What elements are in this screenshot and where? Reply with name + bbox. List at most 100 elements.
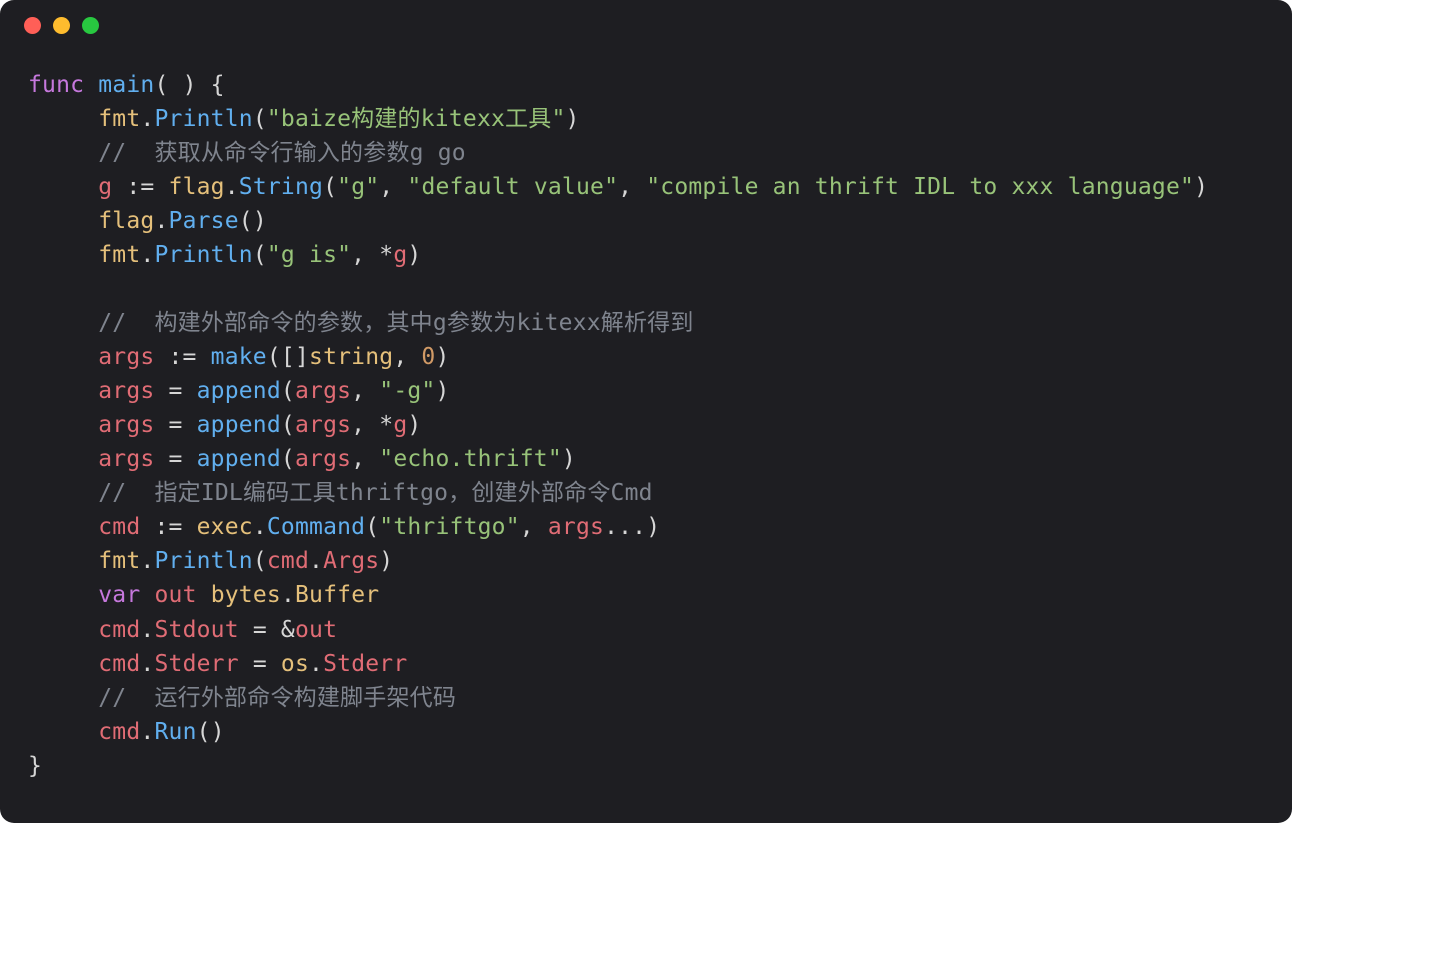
minimize-icon[interactable] [53, 17, 70, 34]
op-assign-ref: = & [239, 617, 295, 643]
var-args: args [98, 344, 154, 370]
call-Parse: Parse [169, 208, 239, 234]
string-literal: "baize构建的kitexx工具" [267, 106, 566, 132]
call-make: make [211, 344, 267, 370]
dot: . [309, 548, 323, 574]
call-append: append [197, 412, 281, 438]
space [140, 582, 154, 608]
code-line: // 获取从命令行输入的参数g go [28, 140, 466, 166]
string-literal: "g" [337, 174, 379, 200]
call-Println: Println [154, 106, 252, 132]
paren: ( [281, 378, 295, 404]
code-line: cmd.Run() [28, 719, 225, 745]
indent [28, 548, 98, 574]
var-args: args [98, 446, 154, 472]
code-line: args := make([]string, 0) [28, 344, 450, 370]
pkg-os: os [281, 651, 309, 677]
call-String: String [239, 174, 323, 200]
dot: . [309, 651, 323, 677]
var-cmd: cmd [98, 719, 140, 745]
call-Println: Println [154, 242, 252, 268]
code-editor[interactable]: func main( ) { fmt.Println("baize构建的kite… [0, 50, 1292, 823]
code-line: // 指定IDL编码工具thriftgo，创建外部命令Cmd [28, 480, 653, 506]
op-assign: = [154, 378, 196, 404]
pkg-bytes: bytes [211, 582, 281, 608]
op-define: := [112, 174, 168, 200]
number-literal: 0 [421, 344, 435, 370]
var-out: out [154, 582, 196, 608]
brace-close: } [28, 753, 42, 779]
var-args: args [98, 412, 154, 438]
dot: . [140, 719, 154, 745]
indent [28, 344, 98, 370]
titlebar [0, 0, 1292, 50]
comma: , [618, 174, 646, 200]
paren: ( [253, 242, 267, 268]
paren: ( [323, 174, 337, 200]
string-literal: "compile an thrift IDL to xxx language" [646, 174, 1194, 200]
comma-star: , * [351, 242, 393, 268]
var-g: g [98, 174, 112, 200]
code-line: fmt.Println("g is", *g) [28, 242, 421, 268]
code-line: g := flag.String("g", "default value", "… [28, 174, 1208, 200]
code-line: args = append(args, "echo.thrift") [28, 446, 576, 472]
comment: // 运行外部命令构建脚手架代码 [98, 685, 456, 711]
indent [28, 208, 98, 234]
func-name: main [98, 72, 154, 98]
comment: // 获取从命令行输入的参数g go [98, 140, 466, 166]
var-args: args [548, 514, 604, 540]
indent [28, 310, 98, 336]
var-cmd: cmd [98, 514, 140, 540]
field-Stderr: Stderr [323, 651, 407, 677]
comma: , [351, 446, 379, 472]
var-args: args [295, 378, 351, 404]
op-assign: = [154, 412, 196, 438]
dot: . [281, 582, 295, 608]
var-g: g [393, 242, 407, 268]
paren: ) [562, 446, 576, 472]
code-line: args = append(args, *g) [28, 412, 421, 438]
bracket: ([] [267, 344, 309, 370]
call-Println: Println [154, 548, 252, 574]
paren: ( [239, 208, 253, 234]
indent [28, 514, 98, 540]
paren: ( [253, 106, 267, 132]
paren: ) [407, 412, 421, 438]
indent [28, 446, 98, 472]
type-string: string [309, 344, 393, 370]
maximize-icon[interactable] [82, 17, 99, 34]
close-icon[interactable] [24, 17, 41, 34]
indent [28, 242, 98, 268]
paren: ( [197, 719, 211, 745]
comma: , [520, 514, 548, 540]
indent [28, 140, 98, 166]
keyword-var: var [98, 582, 140, 608]
code-line: // 构建外部命令的参数，其中g参数为kitexx解析得到 [28, 310, 694, 336]
code-line: } [28, 753, 42, 779]
paren: ) [379, 548, 393, 574]
string-literal: "default value" [407, 174, 618, 200]
indent [28, 685, 98, 711]
keyword-func: func [28, 72, 84, 98]
paren: ( [253, 548, 267, 574]
code-line: cmd.Stderr = os.Stderr [28, 651, 407, 677]
dot: . [140, 651, 154, 677]
paren: ( [281, 446, 295, 472]
dot: . [225, 174, 239, 200]
code-line: // 运行外部命令构建脚手架代码 [28, 685, 456, 711]
indent [28, 582, 98, 608]
code-line: flag.Parse() [28, 208, 267, 234]
comment: // 构建外部命令的参数，其中g参数为kitexx解析得到 [98, 310, 693, 336]
indent [28, 412, 98, 438]
paren: ( [281, 412, 295, 438]
indent [28, 651, 98, 677]
space [197, 582, 211, 608]
comma: , [351, 378, 379, 404]
indent [28, 378, 98, 404]
type-Buffer: Buffer [295, 582, 379, 608]
paren: ) [435, 344, 449, 370]
paren: ) [566, 106, 580, 132]
dot: . [140, 242, 154, 268]
code-line: cmd := exec.Command("thriftgo", args...) [28, 514, 660, 540]
indent [28, 106, 98, 132]
